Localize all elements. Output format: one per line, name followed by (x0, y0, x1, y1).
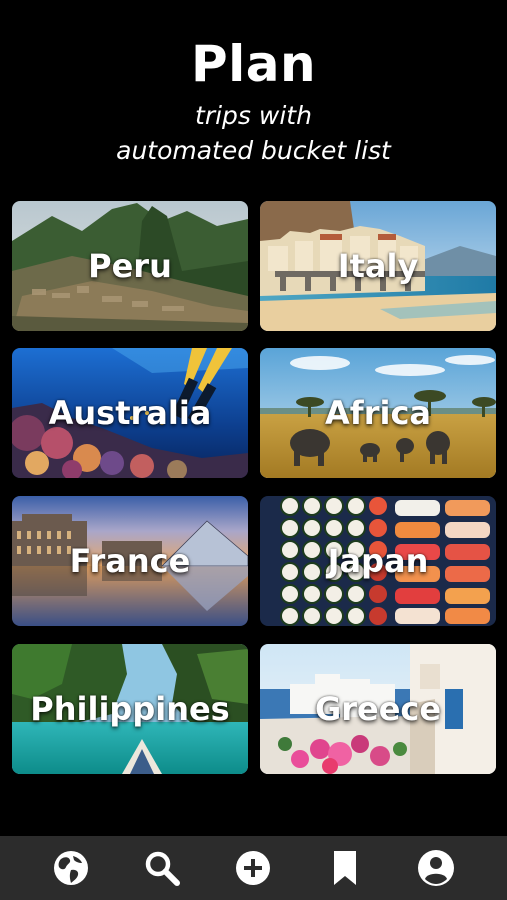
destination-card-africa[interactable]: Africa (260, 348, 496, 478)
bookmark-icon (333, 851, 356, 885)
tab-saved[interactable] (323, 846, 367, 890)
bottom-tab-bar (0, 836, 507, 900)
destination-card-australia[interactable]: Australia (12, 348, 248, 478)
destination-grid: Peru Italy Australia Africa France Japan… (0, 0, 507, 900)
destination-card-greece[interactable]: Greece (260, 644, 496, 774)
profile-icon (418, 850, 455, 886)
destination-label: France (69, 542, 191, 580)
destination-label: Africa (325, 394, 431, 432)
tab-search[interactable] (140, 846, 184, 890)
destination-label: Australia (48, 394, 212, 432)
tab-explore[interactable] (49, 846, 93, 890)
destination-label: Greece (314, 690, 442, 728)
tab-profile[interactable] (414, 846, 458, 890)
destination-card-italy[interactable]: Italy (260, 201, 496, 331)
tab-add[interactable] (231, 846, 275, 890)
search-icon (145, 851, 181, 886)
destination-card-france[interactable]: France (12, 496, 248, 626)
destination-label: Philippines (30, 690, 230, 728)
destination-label: Peru (88, 247, 172, 285)
destination-card-philippines[interactable]: Philippines (12, 644, 248, 774)
destination-card-japan[interactable]: Japan (260, 496, 496, 626)
destination-label: Japan (327, 542, 429, 580)
destination-card-peru[interactable]: Peru (12, 201, 248, 331)
globe-icon (53, 851, 88, 885)
add-circle-icon (236, 851, 271, 885)
destination-label: Italy (337, 247, 419, 285)
